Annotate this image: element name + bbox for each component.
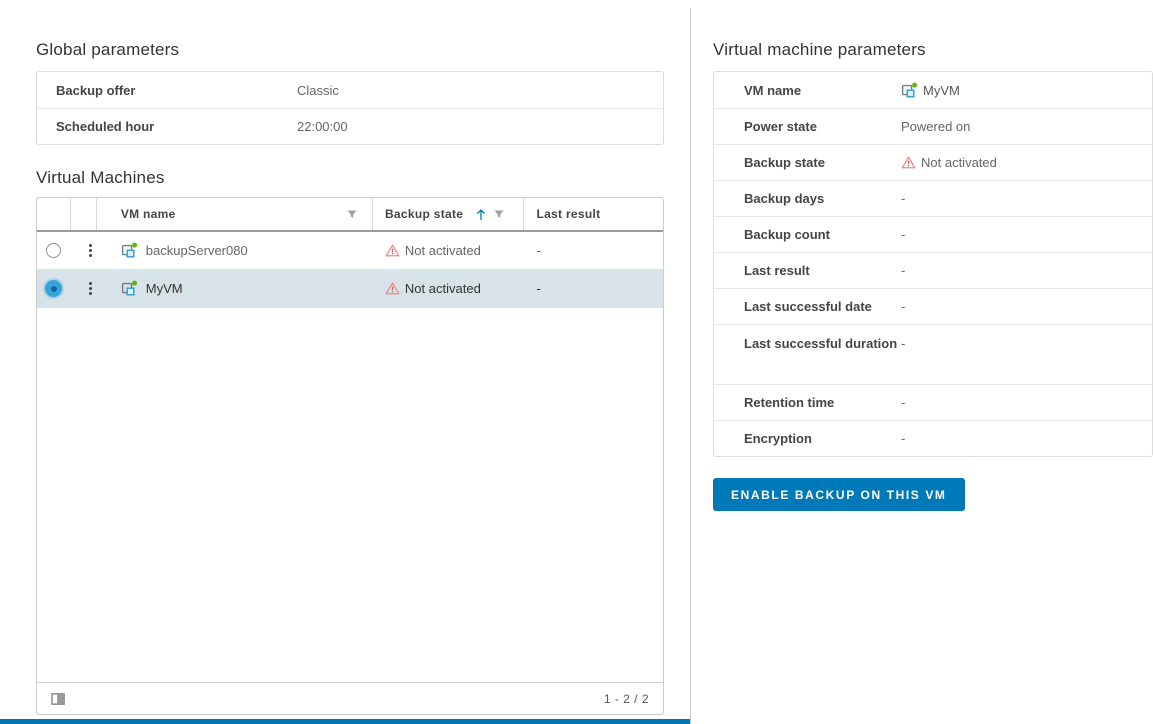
- sort-ascending-icon: [475, 208, 487, 221]
- param-label: Backup count: [714, 226, 901, 243]
- param-label: Backup days: [714, 190, 901, 207]
- param-label: VM name: [714, 82, 901, 99]
- row-kebab-cell: [71, 270, 97, 307]
- vm-name-text: MyVM: [923, 83, 960, 98]
- vm-name-text: backupServer080: [146, 243, 248, 258]
- vm-datagrid: VM name Backup state Last re: [36, 197, 664, 715]
- datagrid-header: VM name Backup state Last re: [37, 198, 663, 232]
- table-row: VM name MyVM: [714, 72, 1152, 108]
- backup-state-cell: Not activated: [373, 232, 525, 269]
- column-header-last-result[interactable]: Last result: [524, 198, 663, 230]
- column-header-label: Last result: [536, 207, 600, 221]
- bottom-accent-bar: [0, 719, 690, 724]
- kebab-menu-icon[interactable]: [87, 240, 94, 261]
- table-row: Backup count -: [714, 216, 1152, 252]
- radio-button-unchecked[interactable]: [46, 243, 61, 258]
- column-header-label: Backup state: [385, 207, 463, 221]
- param-label: Last result: [714, 262, 901, 279]
- param-value: -: [901, 299, 1152, 314]
- param-value: -: [901, 325, 1152, 351]
- vm-row-myvm[interactable]: MyVM Not activated -: [37, 270, 663, 308]
- pagination-text: 1 - 2 / 2: [604, 692, 649, 706]
- filter-icon[interactable]: [493, 208, 505, 220]
- pane-divider: [690, 8, 691, 724]
- backup-state-text: Not activated: [921, 155, 997, 170]
- vm-name-cell: backupServer080: [97, 232, 373, 269]
- table-row: Retention time -: [714, 384, 1152, 420]
- table-row: Power state Powered on: [714, 108, 1152, 144]
- param-label: Last successful date: [714, 298, 901, 315]
- param-label: Scheduled hour: [37, 119, 297, 134]
- kebab-menu-icon[interactable]: [87, 278, 94, 299]
- table-row: Last successful duration -: [714, 324, 1152, 384]
- param-value: -: [901, 191, 1152, 206]
- param-value: -: [901, 263, 1152, 278]
- left-pane: Global parameters Backup offer Classic S…: [36, 0, 664, 724]
- param-label: Last successful duration: [714, 325, 901, 356]
- param-value: Powered on: [901, 119, 1152, 134]
- column-header-select: [37, 198, 71, 230]
- filter-icon[interactable]: [346, 208, 358, 220]
- warning-icon: [385, 281, 400, 296]
- last-result-cell: -: [524, 270, 663, 307]
- enable-backup-button[interactable]: ENABLE BACKUP ON THIS VM: [713, 478, 965, 511]
- warning-icon: [385, 243, 400, 258]
- global-parameters-title: Global parameters: [36, 40, 179, 60]
- param-value: -: [901, 227, 1152, 242]
- param-label: Backup state: [714, 154, 901, 171]
- vm-row-backupserver080[interactable]: backupServer080 Not activated -: [37, 232, 663, 270]
- param-label: Backup offer: [37, 83, 297, 98]
- backup-management-screen: Global parameters Backup offer Classic S…: [0, 0, 1153, 724]
- param-label: Encryption: [714, 430, 901, 447]
- row-radio-cell: [37, 232, 71, 269]
- warning-icon: [901, 155, 916, 170]
- last-result-cell: -: [524, 232, 663, 269]
- vm-name-cell: MyVM: [97, 270, 373, 307]
- table-row: Last result -: [714, 252, 1152, 288]
- param-label: Retention time: [714, 394, 901, 411]
- table-row: Scheduled hour 22:00:00: [37, 108, 663, 144]
- param-value: MyVM: [901, 82, 1152, 99]
- vm-name-text: MyVM: [146, 281, 183, 296]
- vm-running-icon: [121, 280, 138, 297]
- column-toggle-icon[interactable]: [51, 692, 66, 706]
- table-row: Last successful date -: [714, 288, 1152, 324]
- row-kebab-cell: [71, 232, 97, 269]
- backup-state-text: Not activated: [405, 281, 481, 296]
- vm-parameters-table: VM name MyVM Power state Powered on: [713, 71, 1153, 457]
- right-pane: Virtual machine parameters VM name MyVM: [713, 0, 1153, 724]
- row-radio-cell: [37, 270, 71, 307]
- param-value: 22:00:00: [297, 119, 663, 134]
- param-value: Not activated: [901, 155, 1152, 170]
- column-header-label: VM name: [121, 207, 176, 221]
- table-row: Backup state Not activated: [714, 144, 1152, 180]
- radio-button-checked[interactable]: [45, 280, 62, 297]
- column-header-backup-state[interactable]: Backup state: [373, 198, 525, 230]
- vm-running-icon: [901, 82, 918, 99]
- param-value: -: [901, 395, 1152, 410]
- vm-parameters-title: Virtual machine parameters: [713, 40, 926, 60]
- vm-running-icon: [121, 242, 138, 259]
- param-value: Classic: [297, 83, 663, 98]
- virtual-machines-title: Virtual Machines: [36, 168, 165, 188]
- table-row: Backup offer Classic: [37, 72, 663, 108]
- column-header-actions: [71, 198, 97, 230]
- column-header-vm-name[interactable]: VM name: [97, 198, 373, 230]
- backup-state-cell: Not activated: [373, 270, 525, 307]
- param-value: -: [901, 431, 1152, 446]
- datagrid-empty-area: [37, 308, 663, 682]
- backup-state-text: Not activated: [405, 243, 481, 258]
- datagrid-footer: 1 - 2 / 2: [37, 682, 663, 714]
- table-row: Backup days -: [714, 180, 1152, 216]
- global-parameters-table: Backup offer Classic Scheduled hour 22:0…: [36, 71, 664, 145]
- param-label: Power state: [714, 118, 901, 135]
- table-row: Encryption -: [714, 420, 1152, 456]
